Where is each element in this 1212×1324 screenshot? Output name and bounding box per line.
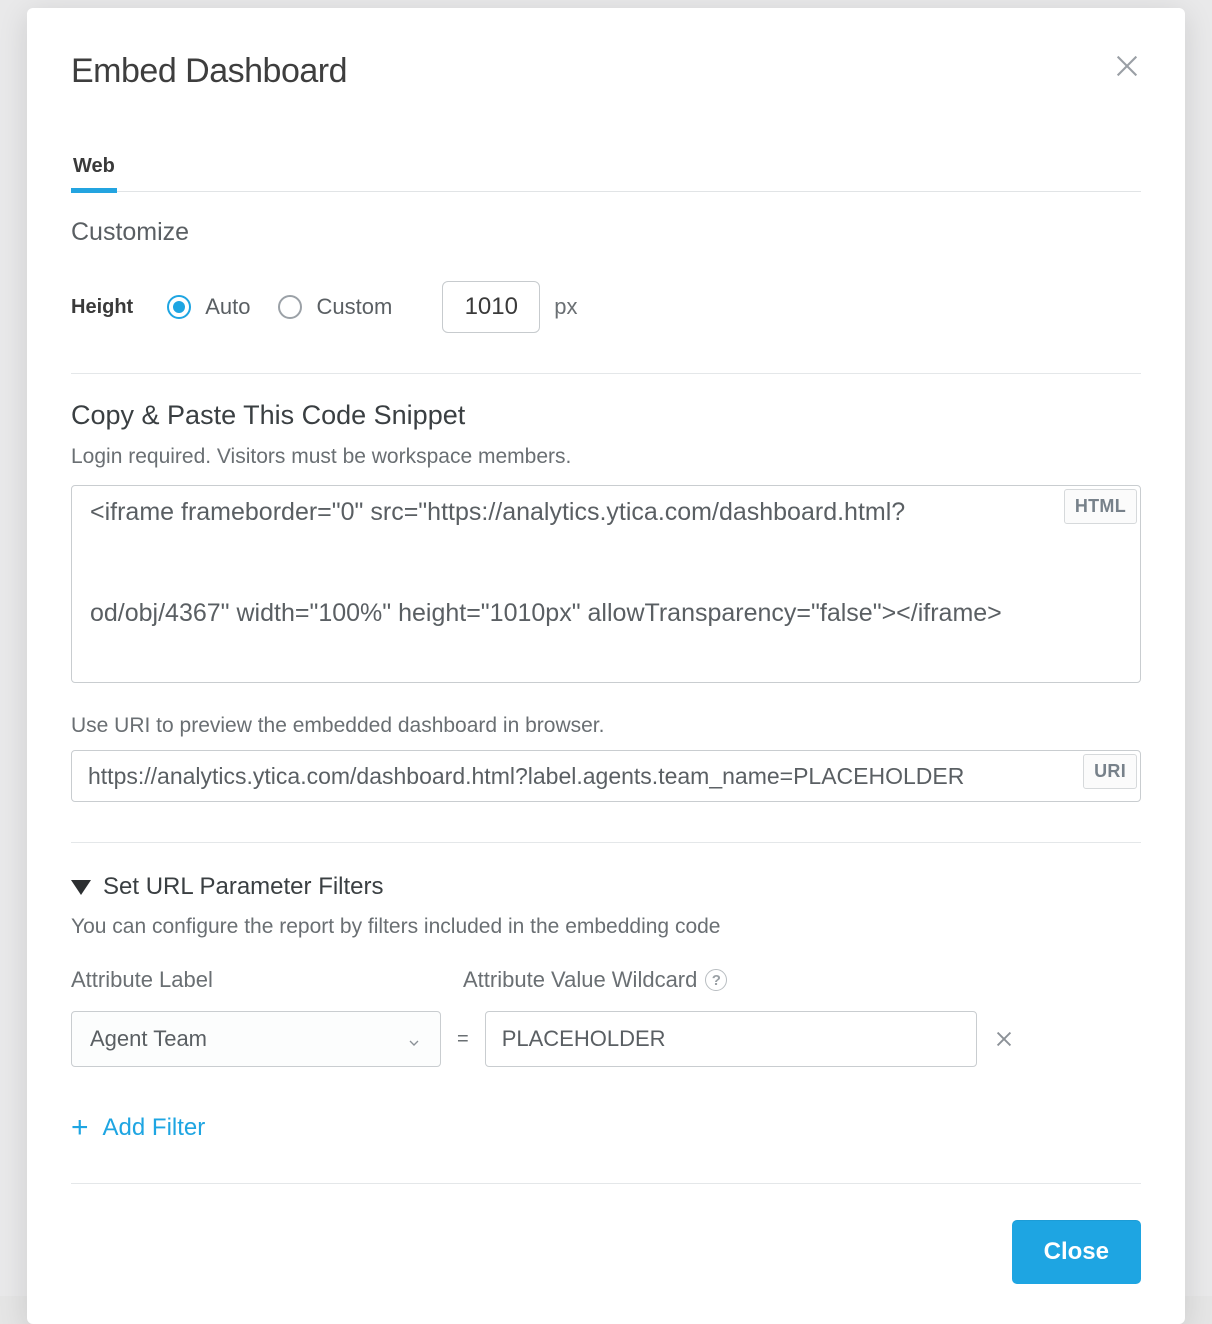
attribute-select-value: Agent Team: [90, 1026, 207, 1052]
divider: [71, 373, 1141, 374]
html-badge[interactable]: HTML: [1064, 489, 1137, 524]
attribute-select[interactable]: Agent Team: [71, 1011, 441, 1067]
chevron-down-icon: [406, 1031, 422, 1047]
uri-badge[interactable]: URI: [1083, 754, 1137, 789]
uri-input[interactable]: [71, 750, 1141, 802]
filters-toggle[interactable]: Set URL Parameter Filters: [71, 873, 1141, 901]
close-button[interactable]: Close: [1012, 1220, 1141, 1284]
radio-auto[interactable]: [167, 295, 191, 319]
divider: [71, 842, 1141, 843]
divider: [71, 1183, 1141, 1184]
uri-subtitle: Use URI to preview the embedded dashboar…: [71, 714, 1141, 738]
height-label: Height: [71, 296, 133, 319]
triangle-down-icon: [71, 880, 91, 895]
filters-title: Set URL Parameter Filters: [103, 873, 384, 901]
help-icon[interactable]: ?: [705, 969, 727, 991]
height-input[interactable]: [442, 281, 540, 333]
radio-auto-label: Auto: [205, 294, 250, 320]
height-unit: px: [554, 294, 577, 320]
add-filter-button[interactable]: + Add Filter: [71, 1113, 1141, 1143]
filters-subtitle: You can configure the report by filters …: [71, 915, 1141, 939]
attribute-label-header: Attribute Label: [71, 967, 441, 993]
equals-label: =: [457, 1028, 469, 1051]
snippet-title: Copy & Paste This Code Snippet: [71, 400, 1141, 431]
snippet-subtitle: Login required. Visitors must be workspa…: [71, 445, 1141, 469]
add-filter-label: Add Filter: [103, 1114, 206, 1142]
embed-dashboard-modal: Embed Dashboard Web Customize Height Aut…: [27, 8, 1185, 1324]
plus-icon: +: [71, 1113, 89, 1143]
radio-custom[interactable]: [278, 295, 302, 319]
radio-custom-label: Custom: [316, 294, 392, 320]
attribute-value-header: Attribute Value Wildcard ?: [463, 967, 1141, 993]
customize-label: Customize: [71, 218, 1141, 247]
code-snippet[interactable]: [71, 485, 1141, 683]
close-icon[interactable]: [1113, 52, 1141, 80]
tabs: Web: [71, 155, 1141, 192]
modal-title: Embed Dashboard: [71, 52, 347, 91]
remove-filter-icon[interactable]: [993, 1028, 1015, 1050]
attribute-value-input[interactable]: [485, 1011, 977, 1067]
tab-web[interactable]: Web: [71, 155, 117, 193]
